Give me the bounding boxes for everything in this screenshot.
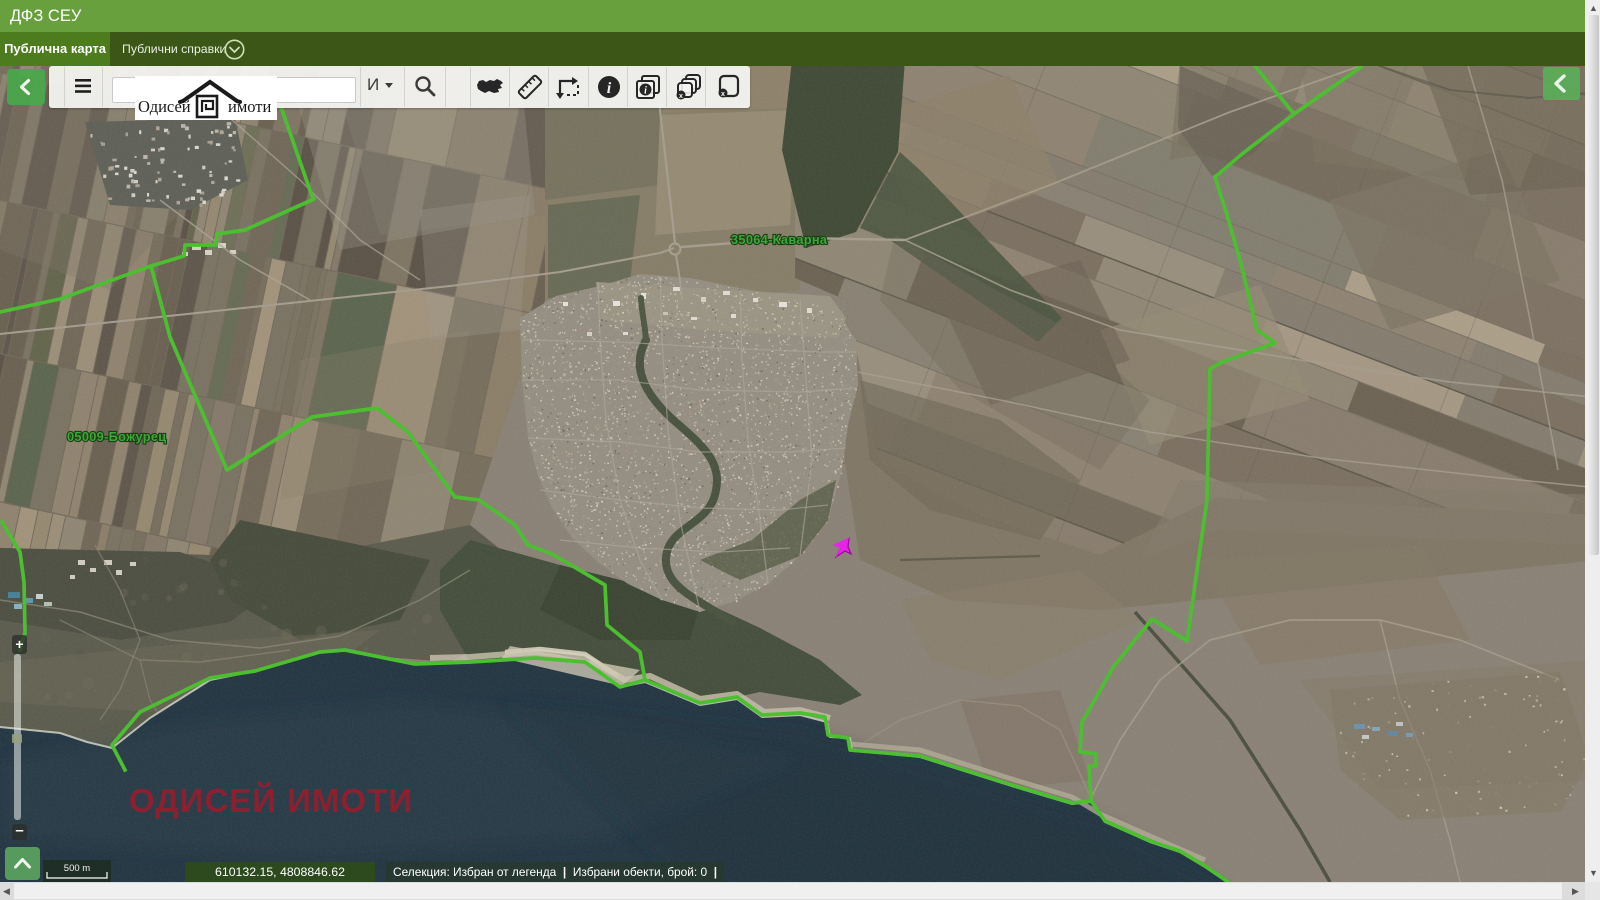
svg-text:i: i (607, 80, 612, 97)
svg-text:i: i (644, 86, 647, 97)
svg-text:x: x (679, 93, 683, 100)
svg-text:500 m: 500 m (64, 863, 90, 874)
svg-text:05009-Божурец: 05009-Божурец (67, 429, 166, 444)
svg-text:35064-Каварна: 35064-Каварна (731, 232, 828, 247)
svg-text:x: x (721, 91, 725, 98)
